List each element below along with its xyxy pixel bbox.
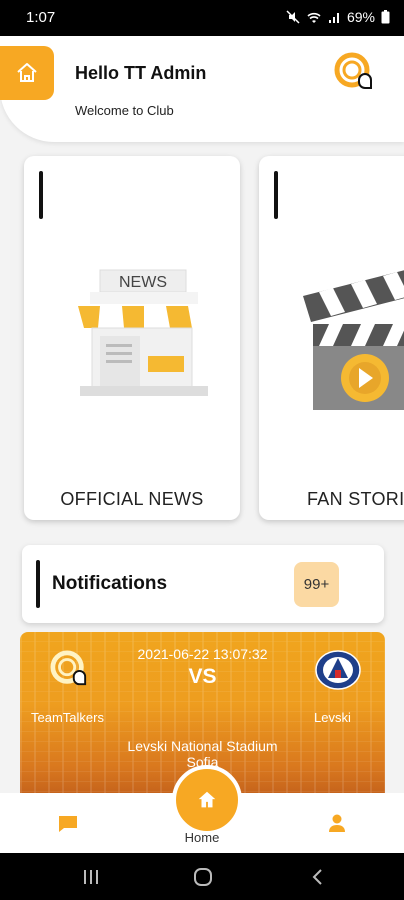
status-icons: 69% bbox=[286, 9, 390, 25]
battery-percent: 69% bbox=[346, 9, 375, 25]
home-team-name: TeamTalkers bbox=[31, 710, 104, 725]
notifications-accent-bar bbox=[36, 560, 40, 608]
back-icon[interactable] bbox=[311, 868, 323, 886]
news-sign-text: NEWS bbox=[119, 274, 167, 291]
fan-stories-card[interactable]: FAN STORIES bbox=[259, 156, 404, 520]
home-shortcut-button[interactable] bbox=[0, 46, 54, 100]
official-news-label: OFFICIAL NEWS bbox=[60, 489, 204, 509]
away-team-name: Levski bbox=[314, 710, 351, 725]
notifications-card[interactable]: Notifications 99+ bbox=[22, 545, 384, 623]
greeting-title: Hello TT Admin bbox=[75, 63, 207, 83]
mute-icon bbox=[286, 10, 300, 24]
club-logo-icon[interactable] bbox=[334, 52, 374, 92]
notifications-title: Notifications bbox=[52, 573, 168, 594]
status-bar: 1:07 69% bbox=[0, 0, 404, 36]
greeting-subtitle: Welcome to Club bbox=[75, 103, 174, 118]
card-accent-bar bbox=[274, 171, 278, 219]
fan-stories-label: FAN STORIES bbox=[307, 489, 404, 509]
status-time: 1:07 bbox=[26, 9, 56, 26]
recent-apps-icon[interactable] bbox=[82, 869, 100, 885]
battery-icon bbox=[381, 10, 390, 24]
wifi-icon bbox=[307, 12, 321, 23]
home-nav-label: Home bbox=[184, 830, 220, 845]
home-icon bbox=[17, 63, 37, 82]
system-navigation-bar bbox=[0, 853, 404, 900]
venue-name: Levski National Stadium bbox=[127, 738, 278, 754]
home-nav-button[interactable] bbox=[172, 765, 242, 835]
home-system-icon[interactable] bbox=[193, 867, 213, 887]
levski-crest-icon bbox=[315, 650, 361, 690]
signal-icon bbox=[328, 12, 339, 23]
card-accent-bar bbox=[39, 171, 43, 219]
app-header: Hello TT Admin Welcome to Club bbox=[0, 36, 404, 142]
clapperboard-icon bbox=[303, 270, 404, 410]
notifications-count-badge: 99+ bbox=[294, 562, 339, 607]
home-icon bbox=[198, 791, 216, 808]
official-news-card[interactable]: NEWS OFFICIAL NEWS bbox=[24, 156, 240, 520]
news-stand-icon: NEWS bbox=[78, 269, 210, 396]
